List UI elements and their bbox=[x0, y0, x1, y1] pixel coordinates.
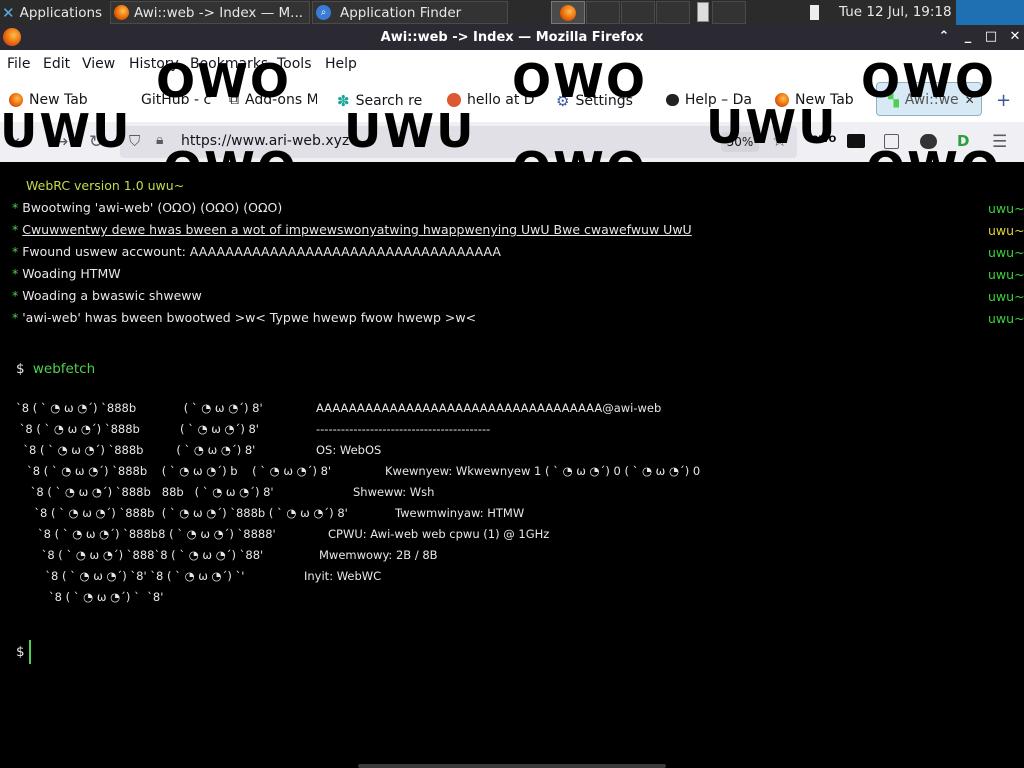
webrc-terminal[interactable]: WebRC version 1.0 uwu~ * Bwootwing 'awi-… bbox=[0, 162, 1024, 768]
log-bullet: * bbox=[12, 244, 23, 259]
menu-view[interactable]: View bbox=[82, 56, 115, 72]
eyes-extension-icon[interactable] bbox=[847, 134, 865, 148]
user-menu-button[interactable] bbox=[956, 0, 1024, 25]
info-cpu: CPWU: Awi-web web cpwu (1) @ 1GHz bbox=[328, 527, 550, 541]
info-kernel: Kwewnyew: Wkwewnyew 1 ( ˋ ◔ ω ◔ˊ) 0 ( ˋ … bbox=[385, 464, 701, 478]
overlay-uwu-1: UWU bbox=[0, 104, 132, 158]
applications-menu[interactable]: ✕ Applications bbox=[2, 0, 110, 25]
overlay-owo-2: OWO bbox=[512, 54, 647, 108]
workspace-2[interactable] bbox=[586, 1, 620, 24]
overlay-owo-1: OWO bbox=[156, 54, 291, 108]
menu-help[interactable]: Help bbox=[325, 56, 357, 72]
ninja-icon bbox=[666, 94, 679, 106]
minimize-icon[interactable]: _ bbox=[960, 29, 976, 45]
log-bullet: * bbox=[12, 310, 23, 325]
log-text[interactable]: Cwuwwentwy dewe hwas bween a wot of impw… bbox=[22, 222, 691, 237]
log-line: * Bwootwing 'awi-web' (OΩO) (OΩO) (OΩO) bbox=[12, 200, 282, 215]
firefox-icon bbox=[560, 5, 576, 21]
log-status-tag: uwu~ bbox=[988, 311, 1024, 326]
taskbar-window-label: Application Finder bbox=[340, 4, 462, 21]
log-bullet: * bbox=[12, 288, 23, 303]
prompt-symbol: $ bbox=[16, 361, 25, 377]
overlay-uwu-2: UWU bbox=[344, 104, 476, 158]
ascii-line: `8 ( ˋ ◔ ω ◔ˊ) `888b ( ˋ ◔ ω ◔ˊ) `888b (… bbox=[16, 506, 348, 520]
ascii-line: `8 ( ˋ ◔ ω ◔ˊ) `8' `8 ( ˋ ◔ ω ◔ˊ) `' bbox=[16, 569, 245, 583]
taskbar-window-firefox-content: Awi::web -> Index — M... bbox=[114, 0, 308, 25]
info-separator: ----------------------------------------… bbox=[316, 422, 491, 436]
log-text: Woading HTMW bbox=[22, 266, 121, 281]
info-os: OS: WebOS bbox=[316, 443, 382, 457]
firefox-icon bbox=[114, 5, 129, 20]
clock[interactable]: Tue 12 Jul, 19:18 bbox=[839, 4, 952, 20]
info-memory: Mwemwowy: 2B / 8B bbox=[319, 548, 438, 562]
text-cursor[interactable] bbox=[29, 640, 31, 664]
info-user-host: AAAAAAAAAAAAAAAAAAAAAAAAAAAAAAAAAAA@awi-… bbox=[316, 401, 662, 415]
log-text: 'awi-web' hwas bween bwootwed >w< Typwe … bbox=[22, 310, 477, 325]
battery-icon[interactable] bbox=[810, 5, 819, 20]
log-bullet: * bbox=[12, 200, 23, 215]
info-terminal: Twewmwinyaw: HTMW bbox=[395, 506, 525, 520]
xfce-logo-icon: ✕ bbox=[2, 3, 15, 22]
log-line: * Woading HTMW bbox=[12, 266, 121, 281]
taskbar-window-app-finder-content: ⌕ Application Finder bbox=[316, 0, 506, 25]
applications-label: Applications bbox=[19, 4, 103, 21]
log-status-tag: uwu~ bbox=[988, 267, 1024, 282]
log-status-tag: uwu~ bbox=[988, 201, 1024, 216]
log-text: Woading a bwaswic shweww bbox=[22, 288, 202, 303]
info-init: Inyit: WebWC bbox=[304, 569, 382, 583]
horizontal-scrollbar[interactable] bbox=[358, 764, 666, 768]
taskbar-window-label: Awi::web -> Index — M... bbox=[134, 4, 304, 21]
log-line: * Woading a bwaswic shweww bbox=[12, 288, 202, 303]
log-status-tag: uwu~ bbox=[988, 223, 1024, 238]
workspace-3[interactable] bbox=[621, 1, 655, 24]
overlay-owo-5: OWO bbox=[512, 146, 647, 162]
overlay-owo-4: OWO bbox=[163, 146, 298, 162]
ascii-line: `8 ( ˋ ◔ ω ◔ˊ) `888b ( ˋ ◔ ω ◔ˊ) b ( ˋ ◔… bbox=[16, 464, 332, 478]
ascii-line: `8 ( ˋ ◔ ω ◔ˊ) `888b8 ( ˋ ◔ ω ◔ˊ) `8888' bbox=[16, 527, 276, 541]
overlay-owo-6: OWO bbox=[866, 146, 1001, 162]
info-shell: Shweww: Wsh bbox=[353, 485, 435, 499]
ascii-line: `8 ( ˋ ◔ ω ◔ˊ) `888`8 ( ˋ ◔ ω ◔ˊ) `88' bbox=[16, 548, 264, 562]
log-bullet: * bbox=[12, 222, 23, 237]
collapse-icon[interactable]: ⌃ bbox=[936, 29, 952, 45]
window-title: Awi::web -> Index — Mozilla Firefox bbox=[380, 30, 644, 45]
workspace-5[interactable] bbox=[712, 1, 746, 24]
log-text: Bwootwing 'awi-web' (OΩO) (OΩO) (OΩO) bbox=[22, 200, 283, 215]
ascii-line: `8 ( ˋ ◔ ω ◔ˊ) ` `8' bbox=[16, 590, 164, 604]
log-status-tag: uwu~ bbox=[988, 245, 1024, 260]
overlay-uwu-3: UWU bbox=[706, 100, 838, 154]
system-taskbar: ✕ Applications Awi::web -> Index — M... … bbox=[0, 0, 1024, 25]
app-finder-icon: ⌕ bbox=[316, 5, 331, 20]
maximize-icon[interactable]: □ bbox=[983, 29, 999, 45]
workspace-4[interactable] bbox=[656, 1, 690, 24]
ascii-line: `8 ( ˋ ◔ ω ◔ˊ) `888b ( ˋ ◔ ω ◔ˊ) 8' bbox=[16, 422, 259, 436]
overlay-owo-3: OWO bbox=[861, 54, 996, 108]
log-bullet: * bbox=[12, 266, 23, 281]
scroll-indicator bbox=[697, 2, 709, 22]
log-line: * 'awi-web' hwas bween bwootwed >w< Typw… bbox=[12, 310, 476, 325]
menu-file[interactable]: File bbox=[7, 56, 30, 72]
ascii-line: `8 ( ˋ ◔ ω ◔ˊ) `888b 88b ( ˋ ◔ ω ◔ˊ) 8' bbox=[16, 485, 274, 499]
new-tab-plus-icon[interactable]: + bbox=[996, 90, 1011, 111]
workspace-firefox-button[interactable] bbox=[551, 1, 585, 24]
command-line: $ webfetch bbox=[16, 361, 95, 377]
ascii-line: `8 ( ˋ ◔ ω ◔ˊ) `888b ( ˋ ◔ ω ◔ˊ) 8' bbox=[16, 401, 263, 415]
input-prompt: $ bbox=[16, 644, 25, 660]
command-text: webfetch bbox=[32, 361, 96, 377]
ascii-line: `8 ( ˋ ◔ ω ◔ˊ) `888b ( ˋ ◔ ω ◔ˊ) 8' bbox=[16, 443, 256, 457]
log-line: * Cwuwwentwy dewe hwas bween a wot of im… bbox=[12, 222, 692, 237]
window-titlebar: Awi::web -> Index — Mozilla Firefox ⌃ _ … bbox=[0, 25, 1024, 50]
menu-edit[interactable]: Edit bbox=[43, 56, 70, 72]
log-text: Fwound uswew accwount: AAAAAAAAAAAAAAAAA… bbox=[22, 244, 501, 259]
close-icon[interactable]: ✕ bbox=[1007, 29, 1023, 45]
log-status-tag: uwu~ bbox=[988, 289, 1024, 304]
version-line: WebRC version 1.0 uwu~ bbox=[26, 178, 185, 193]
log-line: * Fwound uswew accwount: AAAAAAAAAAAAAAA… bbox=[12, 244, 501, 259]
